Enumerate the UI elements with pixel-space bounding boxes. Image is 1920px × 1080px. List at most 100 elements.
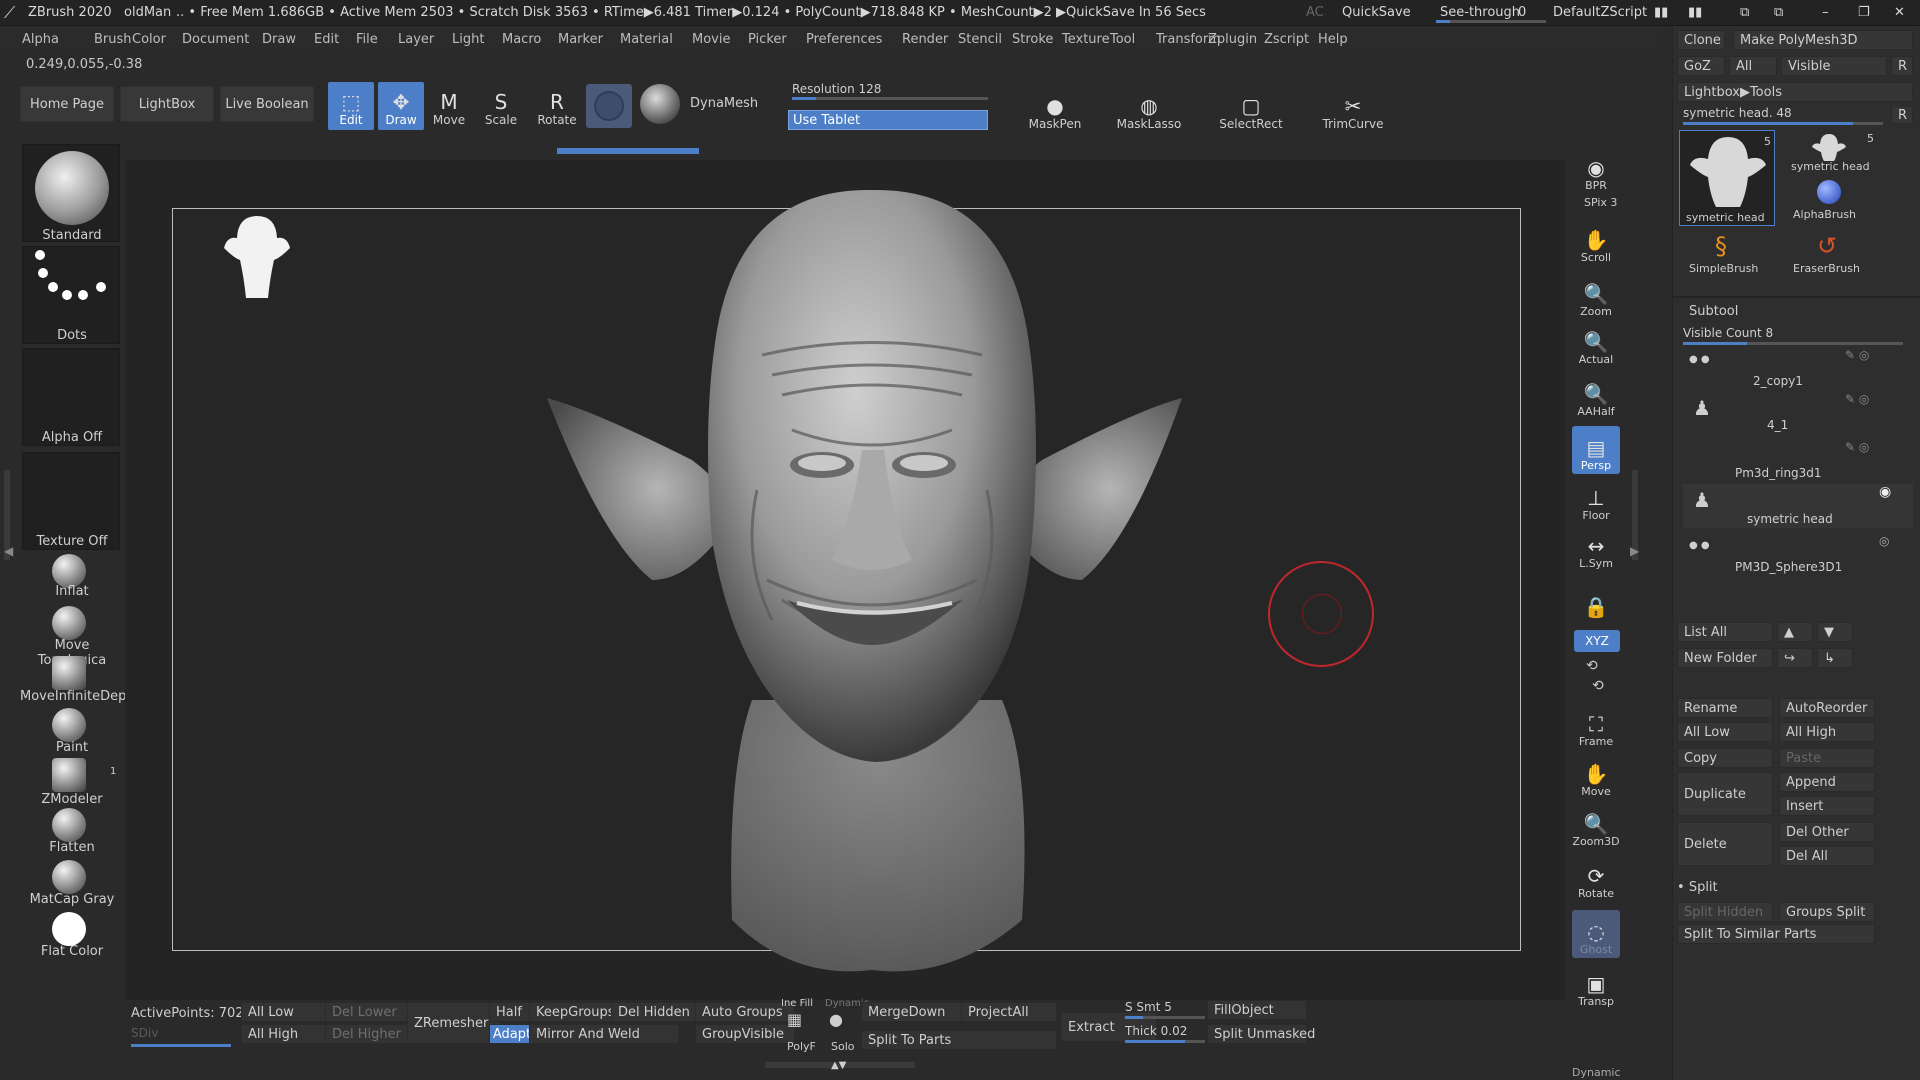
resolution-slider[interactable] [792,97,988,100]
move-infinite-brush-icon[interactable] [52,656,86,690]
return-arrow-icon[interactable]: ↳ [1817,648,1853,668]
tool-slider[interactable] [1683,122,1883,125]
s-smt-label[interactable]: S Smt 5 [1125,1000,1172,1014]
zmodeler-brush-icon[interactable] [52,758,86,792]
menu-stencil[interactable]: Stencil [958,32,1002,47]
palette2-icon[interactable]: ▮▮ [1688,5,1702,20]
menu-render[interactable]: Render [902,32,948,47]
all-button[interactable]: All [1729,56,1777,76]
paste-button[interactable]: Paste [1779,748,1875,768]
menu-preferences[interactable]: Preferences [806,32,882,47]
use-tablet-button[interactable]: Use Tablet [788,110,988,130]
split-hidden-button[interactable]: Split Hidden [1677,902,1773,922]
menu-stroke[interactable]: Stroke [1012,32,1053,47]
frame-button[interactable]: ⛶ Frame [1572,702,1620,750]
quicksave-button[interactable]: QuickSave [1342,5,1411,20]
clone-button[interactable]: Clone [1677,30,1725,50]
solo-icon[interactable]: ● [829,1010,843,1029]
menu-picker[interactable]: Picker [748,32,787,47]
menu-layer[interactable]: Layer [398,32,434,47]
polyf-label[interactable]: PolyF [787,1040,816,1053]
menu-marker[interactable]: Marker [558,32,603,47]
auto-groups-button[interactable]: Auto Groups [695,1002,795,1022]
lightbox-tools-button[interactable]: Lightbox▶Tools [1677,82,1913,102]
xyz-button[interactable]: XYZ [1574,630,1620,652]
masklasso-button[interactable]: ◍ MaskLasso [1116,80,1182,134]
del-all-button[interactable]: Del All [1779,846,1875,866]
layout-icon[interactable]: ⧉ [1740,5,1749,20]
alphabrush-tool[interactable]: AlphaBrush [1781,178,1877,226]
split-similar-button[interactable]: Split To Similar Parts [1677,924,1875,944]
insert-button[interactable]: Insert [1779,796,1875,816]
home-page-button[interactable]: Home Page [20,86,114,122]
group-visible-button[interactable]: GroupVisible [695,1024,795,1044]
menu-movie[interactable]: Movie [692,32,730,47]
menu-edit[interactable]: Edit [314,32,339,47]
duplicate-button[interactable]: Duplicate [1677,772,1773,816]
scale-button[interactable]: S Scale [478,82,524,130]
trimcurve-button[interactable]: ✂ TrimCurve [1320,80,1386,134]
lsym-button[interactable]: ↔ L.Sym [1572,524,1620,572]
inflat-brush-icon[interactable] [52,554,86,588]
s-smt-slider[interactable] [1125,1016,1205,1019]
subtool-header[interactable]: Subtool [1689,304,1738,319]
subtool-row-5[interactable]: ● ● PM3D_Sphere3D1 ◎ [1683,534,1913,574]
seethrough-label[interactable]: See-through [1440,5,1520,20]
move-topological-brush-icon[interactable] [52,606,86,640]
copy-button[interactable]: Copy [1677,748,1773,768]
lock-button[interactable]: 🔒 [1572,572,1620,620]
thick-label[interactable]: Thick 0.02 [1125,1024,1187,1038]
persp-button[interactable]: ▤ Persp [1572,426,1620,474]
rotate3d-button[interactable]: ⟳ Rotate [1572,854,1620,902]
visible-count-slider[interactable] [1683,342,1903,345]
navigator-thumbnail[interactable] [222,214,292,300]
projectall-button[interactable]: ProjectAll [961,1002,1057,1022]
autoreorder-button[interactable]: AutoReorder [1779,698,1875,718]
groups-split-button[interactable]: Groups Split [1779,902,1875,922]
append-button[interactable]: Append [1779,772,1875,792]
scroll-button[interactable]: ✋ Scroll [1572,218,1620,266]
tool-thumb-2[interactable]: 5 symetric head [1781,130,1877,176]
all-high-button[interactable]: All High [241,1024,337,1044]
layout2-icon[interactable]: ⧉ [1774,5,1783,20]
fillobject-button[interactable]: FillObject [1207,1000,1307,1020]
sdiv-slider[interactable] [131,1044,231,1047]
menu-zscript[interactable]: Zscript [1264,32,1309,47]
menu-zplugin[interactable]: Zplugin [1208,32,1257,47]
material-swatch[interactable] [586,84,632,128]
goz-button[interactable]: GoZ [1677,56,1725,76]
move-up-icon[interactable]: ▲ [1777,622,1813,642]
menu-alpha[interactable]: Alpha [22,32,59,47]
r-button[interactable]: R [1891,56,1913,76]
ghost-button[interactable]: ◌ Ghost [1572,910,1620,958]
menu-document[interactable]: Document [182,32,249,47]
thick-slider[interactable] [1125,1040,1205,1043]
menu-macro[interactable]: Macro [502,32,541,47]
left-tray-arrow-icon[interactable]: ◀ [4,544,13,558]
floor-button[interactable]: ⊥ Floor [1572,476,1620,524]
sdiv-label[interactable]: SDiv [131,1026,158,1040]
split-to-parts-button[interactable]: Split To Parts [861,1030,1057,1050]
right-tray-arrow-icon[interactable]: ▶ [1630,544,1639,558]
redo-arrow-icon[interactable]: ↪ [1777,648,1813,668]
close-icon[interactable]: ✕ [1894,5,1905,20]
tool-thumb-1[interactable]: 5 symetric head [1679,130,1775,226]
menu-tool[interactable]: Tool [1110,32,1135,47]
bpr-button[interactable]: ◉ BPR [1572,146,1620,194]
actual-button[interactable]: 🔍 Actual [1572,320,1620,368]
split-header[interactable]: • Split [1677,880,1718,895]
edit-button[interactable]: ⬚ Edit [328,82,374,130]
flat-color-icon[interactable] [52,912,86,946]
maskpen-button[interactable]: ● MaskPen [1022,80,1088,134]
seethrough-slider[interactable] [1436,20,1546,23]
paint-brush-icon[interactable] [52,708,86,742]
rotate-button[interactable]: R Rotate [534,82,580,130]
visible-button[interactable]: Visible [1781,56,1887,76]
matcap-sphere-icon[interactable] [640,84,680,124]
lightbox-button[interactable]: LightBox [120,86,214,122]
draw-button[interactable]: ✥ Draw [378,82,424,130]
eraserbrush-tool[interactable]: ↺ EraserBrush [1781,230,1877,278]
eye-icon[interactable]: ◉ [1879,484,1891,500]
matcap-gray-icon[interactable] [52,860,86,894]
rotate-y-icon[interactable]: ⟲ [1586,658,1598,674]
